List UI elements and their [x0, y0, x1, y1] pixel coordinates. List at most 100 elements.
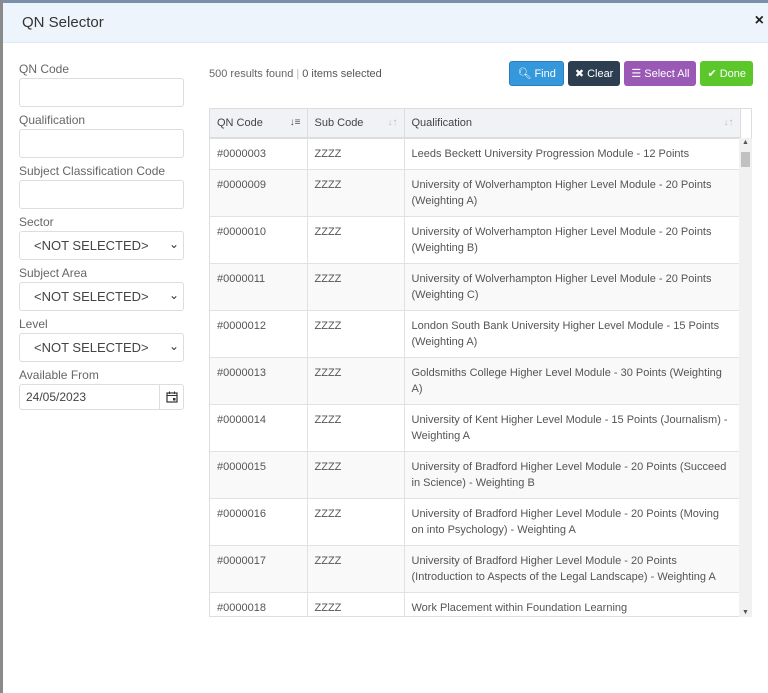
available-from-label: Available From — [19, 368, 99, 382]
sub-code-cell: ZZZZ — [307, 545, 405, 593]
sort-icon: ↓↑ — [387, 117, 398, 128]
qualification-cell: Leeds Beckett University Progression Mod… — [404, 138, 741, 170]
sector-value: <NOT SELECTED> — [34, 238, 149, 253]
sub-code-cell: ZZZZ — [307, 592, 405, 616]
qn-code-cell: #0000012 — [210, 310, 308, 358]
qualification-cell: London South Bank University Higher Leve… — [404, 310, 741, 358]
done-button[interactable]: ✔ Done — [700, 61, 753, 86]
qn-code-cell: #0000011 — [210, 263, 308, 311]
list-icon: ☰ — [631, 68, 642, 80]
level-value: <NOT SELECTED> — [34, 340, 149, 355]
qualification-label: Qualification — [19, 113, 86, 127]
sub-code-cell: ZZZZ — [307, 169, 405, 217]
clear-button[interactable]: ✖ Clear — [567, 61, 621, 86]
qn-code-cell: #0000009 — [210, 169, 308, 217]
qualification-cell: University of Kent Higher Level Module -… — [404, 404, 741, 452]
sector-label: Sector — [19, 215, 54, 229]
qualification-cell: Work Placement within Foundation Learnin… — [404, 592, 741, 616]
column-header-sub-code[interactable]: Sub Code ↓↑ — [307, 109, 405, 139]
table-scrollbar[interactable]: ▲ ▼ — [739, 138, 752, 617]
qualification-input[interactable] — [19, 129, 184, 158]
check-circle-icon: ✔ — [707, 68, 717, 80]
close-icon: ✖ — [574, 68, 585, 80]
qn-code-cell: #0000010 — [210, 216, 308, 264]
qn-code-cell: #0000014 — [210, 404, 308, 452]
table-row[interactable]: #0000012 ZZZZ London South Bank University… — [210, 310, 741, 358]
subject-area-value: <NOT SELECTED> — [34, 289, 149, 304]
qualification-cell: University of Bradford Higher Level Modu… — [404, 498, 741, 546]
qn-code-input[interactable] — [19, 78, 184, 107]
sub-code-cell: ZZZZ — [307, 404, 405, 452]
results-count: 500 results found — [209, 68, 294, 80]
find-label: Find — [534, 67, 556, 80]
table-row[interactable]: #0000016 ZZZZ University of Bradford Highe… — [210, 498, 741, 546]
table-row[interactable]: #0000018 ZZZZ Work Placement within Founda… — [210, 592, 741, 616]
window-border — [0, 0, 3, 693]
close-icon[interactable]: × — [755, 12, 764, 30]
find-button[interactable]: 🔍︎ Find — [509, 61, 564, 86]
action-buttons: 🔍︎ Find ✖ Clear ☰ Select All ✔ Done — [509, 61, 753, 86]
column-label: Qualification — [411, 117, 473, 129]
table-row[interactable]: #0000011 ZZZZ University of Wolverhampton … — [210, 263, 741, 311]
sub-code-cell: ZZZZ — [307, 263, 405, 311]
results-summary: 500 results found | 0 items selected — [209, 68, 382, 80]
chevron-down-icon: ⌄ — [168, 237, 179, 251]
sort-icon: ↓↑ — [723, 117, 734, 128]
sector-select[interactable]: <NOT SELECTED> ⌄ — [19, 231, 184, 260]
table-row[interactable]: #0000017 ZZZZ University of Bradford Highe… — [210, 545, 741, 593]
sort-ascending-icon: ↓≡ — [289, 117, 301, 128]
chevron-down-icon: ⌄ — [168, 288, 179, 302]
qn-code-cell: #0000003 — [210, 138, 308, 170]
table-row[interactable]: #0000013 ZZZZ Goldsmiths College Higher Le… — [210, 357, 741, 405]
qualification-cell: University of Wolverhampton Higher Level… — [404, 263, 741, 311]
scroll-down-icon[interactable]: ▼ — [742, 609, 749, 616]
subject-classification-code-label: Subject Classification Code — [19, 164, 166, 178]
sub-code-cell: ZZZZ — [307, 216, 405, 264]
qualification-cell: University of Bradford Higher Level Modu… — [404, 451, 741, 499]
level-label: Level — [19, 317, 48, 331]
table-row[interactable]: #0000014 ZZZZ University of Kent Higher Le… — [210, 404, 741, 452]
sub-code-cell: ZZZZ — [307, 451, 405, 499]
calendar-icon[interactable] — [159, 385, 183, 409]
qualification-cell: University of Wolverhampton Higher Level… — [404, 216, 741, 264]
qualification-cell: University of Bradford Higher Level Modu… — [404, 545, 741, 593]
qn-code-cell: #0000018 — [210, 592, 308, 616]
qn-code-label: QN Code — [19, 62, 70, 76]
modal-header: QN Selector × — [3, 3, 768, 43]
qualification-cell: University of Wolverhampton Higher Level… — [404, 169, 741, 217]
sub-code-cell: ZZZZ — [307, 357, 405, 405]
results-table: QN Code ↓≡ Sub Code ↓↑ Qualification ↓↑ #00… — [209, 108, 752, 617]
column-header-qn-code[interactable]: QN Code ↓≡ — [210, 109, 308, 139]
qn-code-cell: #0000013 — [210, 357, 308, 405]
table-row[interactable]: #0000003 ZZZZ Leeds Beckett University Pro… — [210, 138, 741, 170]
clear-label: Clear — [587, 67, 614, 80]
qualification-cell: Goldsmiths College Higher Level Module -… — [404, 357, 741, 405]
select-all-label: Select All — [644, 67, 690, 80]
level-select[interactable]: <NOT SELECTED> ⌄ — [19, 333, 184, 362]
scrollbar-thumb[interactable] — [741, 152, 750, 167]
select-all-button[interactable]: ☰ Select All — [624, 61, 697, 86]
available-from-input[interactable]: 24/05/2023 — [19, 384, 184, 410]
column-label: Sub Code — [314, 117, 364, 129]
qn-code-cell: #0000016 — [210, 498, 308, 546]
sub-code-cell: ZZZZ — [307, 498, 405, 546]
column-label: QN Code — [217, 117, 263, 129]
filter-panel: QN Code Qualification Subject Classifica… — [19, 62, 184, 416]
subject-area-select[interactable]: <NOT SELECTED> ⌄ — [19, 282, 184, 311]
column-header-qualification[interactable]: Qualification ↓↑ — [404, 109, 741, 139]
table-row[interactable]: #0000015 ZZZZ University of Bradford Highe… — [210, 451, 741, 499]
sub-code-cell: ZZZZ — [307, 138, 405, 170]
subject-area-label: Subject Area — [19, 266, 88, 280]
subject-classification-code-input[interactable] — [19, 180, 184, 209]
table-row[interactable]: #0000010 ZZZZ University of Wolverhampton … — [210, 216, 741, 264]
scroll-up-icon[interactable]: ▲ — [742, 139, 749, 146]
qn-code-cell: #0000017 — [210, 545, 308, 593]
selected-count: 0 items selected — [302, 68, 382, 80]
qn-code-cell: #0000015 — [210, 451, 308, 499]
table-row[interactable]: #0000009 ZZZZ University of Wolverhampton … — [210, 169, 741, 217]
done-label: Done — [719, 67, 746, 80]
sub-code-cell: ZZZZ — [307, 310, 405, 358]
available-from-value: 24/05/2023 — [26, 390, 87, 404]
search-icon: 🔍︎ — [517, 68, 532, 80]
modal-title: QN Selector — [22, 14, 104, 31]
